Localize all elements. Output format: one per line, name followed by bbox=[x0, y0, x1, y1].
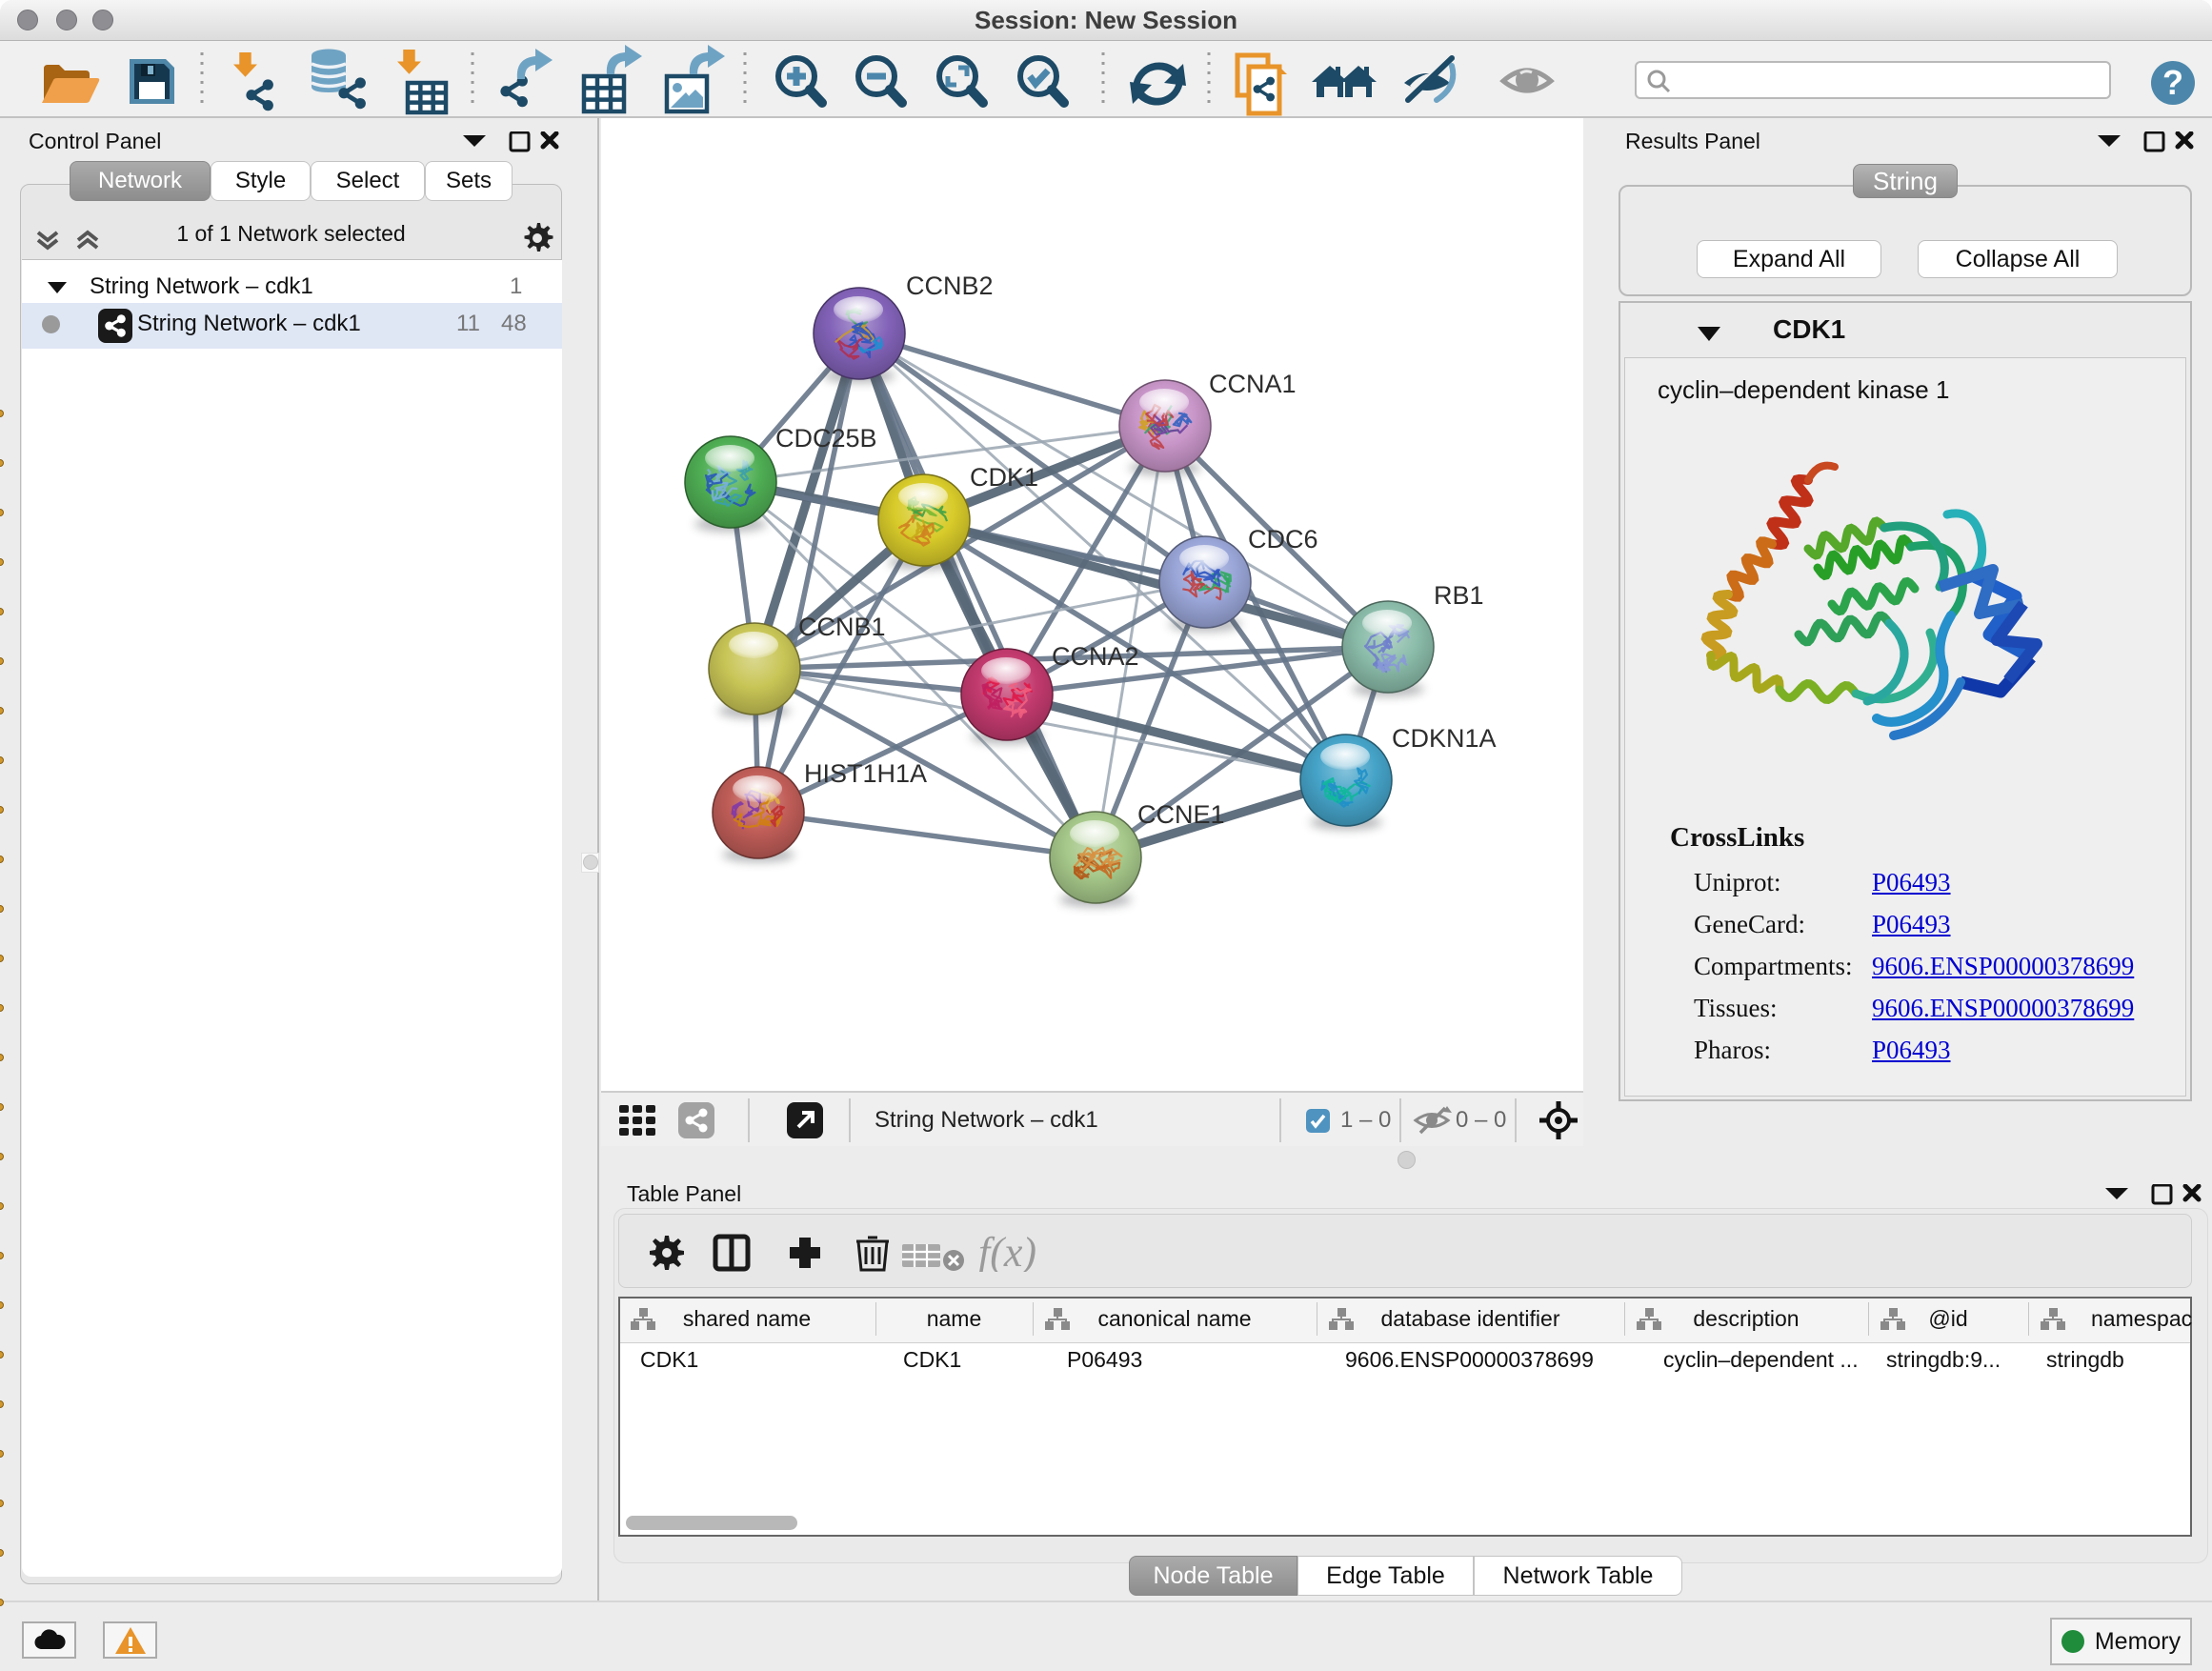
svg-text:CCNA1: CCNA1 bbox=[1209, 370, 1297, 398]
svg-text:CDC25B: CDC25B bbox=[775, 424, 877, 453]
svg-text:CCNE1: CCNE1 bbox=[1137, 800, 1225, 829]
svg-text:f(x): f(x) bbox=[978, 1234, 1036, 1272]
svg-text:CCNB1: CCNB1 bbox=[798, 613, 886, 641]
svg-text:CDKN1A: CDKN1A bbox=[1392, 724, 1497, 753]
svg-text:HIST1H1A: HIST1H1A bbox=[804, 759, 927, 788]
svg-text:?: ? bbox=[2162, 63, 2183, 102]
svg-text:CDC6: CDC6 bbox=[1248, 525, 1318, 554]
svg-text:CDK1: CDK1 bbox=[970, 463, 1038, 492]
svg-text:CCNB2: CCNB2 bbox=[906, 272, 994, 300]
svg-text:RB1: RB1 bbox=[1434, 581, 1484, 610]
svg-text:CCNA2: CCNA2 bbox=[1052, 642, 1139, 671]
